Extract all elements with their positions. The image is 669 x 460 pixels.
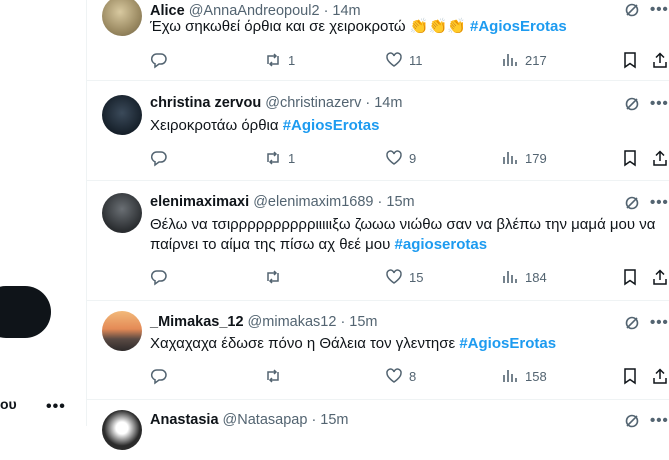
left-sidebar: ου •••: [0, 0, 86, 426]
reply-button[interactable]: [150, 50, 174, 70]
tweet-text: Χαχαχαχα έδωσε πόνο η Θάλεια τον γλεντησ…: [150, 335, 557, 352]
avatar[interactable]: [102, 311, 142, 351]
views-count: 184: [525, 269, 547, 285]
repost-button[interactable]: 1: [264, 148, 295, 168]
views-button[interactable]: 179: [501, 148, 547, 168]
tweet-actions: 15 184: [150, 267, 669, 287]
handle[interactable]: @mimakas12: [248, 314, 337, 330]
tweet-header: elenimaximaxi @elenimaxim1689 · 15m: [150, 194, 415, 210]
like-button[interactable]: 11: [385, 50, 423, 70]
like-button[interactable]: 8: [385, 366, 416, 386]
bookmark-icon[interactable]: [621, 367, 639, 385]
reply-icon: [150, 53, 167, 69]
grok-icon[interactable]: [624, 2, 640, 18]
grok-icon[interactable]: [624, 195, 640, 211]
tweet-actions: 1 11 217: [150, 50, 669, 70]
views-count: 179: [525, 150, 547, 166]
repost-button[interactable]: [264, 267, 288, 287]
avatar[interactable]: [102, 410, 142, 450]
like-count: 9: [409, 150, 417, 166]
bookmark-icon[interactable]: [621, 51, 639, 69]
repost-icon: [267, 369, 279, 383]
heart-icon: [386, 368, 402, 383]
grok-icon[interactable]: [624, 315, 640, 331]
tweet-header: christina zervou @christinazerv · 14m: [150, 95, 402, 111]
hashtag[interactable]: #agioserotas: [395, 236, 488, 253]
more-icon[interactable]: •••: [650, 194, 669, 211]
share-icon[interactable]: [651, 51, 669, 69]
avatar[interactable]: [102, 0, 142, 36]
repost-icon: [267, 270, 279, 284]
tweet-text: Χειροκροτάω όρθια #AgiosErotas: [150, 117, 380, 134]
bookmark-icon[interactable]: [621, 149, 639, 167]
timestamp[interactable]: · 15m: [378, 194, 415, 210]
display-name[interactable]: elenimaximaxi: [150, 194, 249, 210]
views-button[interactable]: 184: [501, 267, 547, 287]
tweet-header: _Mimakas_12 @mimakas12 · 15m: [150, 314, 378, 330]
tweet-actions: 1 9 179: [150, 148, 669, 168]
views-icon: [503, 54, 517, 66]
handle[interactable]: @elenimaxim1689: [253, 194, 373, 210]
heart-icon: [386, 150, 402, 165]
hashtag[interactable]: #AgiosErotas: [459, 335, 556, 352]
tweet[interactable]: _Mimakas_12 @mimakas12 · 15m ••• Χαχαχαχ…: [87, 301, 669, 400]
reply-button[interactable]: [150, 366, 174, 386]
tweet-actions: 8 158: [150, 366, 669, 386]
repost-button[interactable]: 1: [264, 50, 295, 70]
clap-emoji: 👏👏👏: [409, 18, 466, 35]
tweet[interactable]: Anastasia @Natasapap · 15m •••: [87, 400, 669, 460]
reply-icon: [150, 270, 167, 286]
like-count: 15: [409, 269, 424, 285]
repost-icon: [267, 53, 279, 67]
reply-icon: [150, 151, 167, 167]
share-icon[interactable]: [651, 367, 669, 385]
tweet-text: Έχω σηκωθεί όρθια και σε χειροκροτώ 👏👏👏 …: [150, 18, 567, 35]
views-icon: [503, 152, 517, 164]
reply-button[interactable]: [150, 267, 174, 287]
post-button[interactable]: [0, 286, 51, 338]
timestamp[interactable]: · 14m: [365, 95, 402, 111]
display-name[interactable]: christina zervou: [150, 95, 261, 111]
like-button[interactable]: 9: [385, 148, 416, 168]
repost-button[interactable]: [264, 366, 288, 386]
timestamp[interactable]: · 15m: [340, 314, 377, 330]
avatar[interactable]: [102, 95, 142, 135]
more-icon[interactable]: •••: [650, 95, 669, 112]
hashtag[interactable]: #AgiosErotas: [470, 18, 567, 35]
more-icon[interactable]: •••: [650, 412, 669, 429]
tweet-text: Θέλω να τσιρρρρρρρρρριιιιιξω ζωωω νιώθω …: [150, 216, 656, 253]
views-icon: [503, 370, 517, 382]
account-name[interactable]: ου: [0, 396, 17, 412]
share-icon[interactable]: [651, 149, 669, 167]
reply-icon: [150, 369, 167, 385]
avatar[interactable]: [102, 193, 142, 233]
like-button[interactable]: 15: [385, 267, 423, 287]
tweet[interactable]: Alice @AnnaAndreopoul2 · 14m ••• Έχω σηκ…: [87, 0, 669, 81]
display-name[interactable]: _Mimakas_12: [150, 314, 244, 330]
reply-button[interactable]: [150, 148, 174, 168]
views-count: 158: [525, 368, 547, 384]
more-icon[interactable]: •••: [650, 1, 669, 18]
repost-count: 1: [288, 52, 296, 68]
like-count: 8: [409, 368, 417, 384]
bookmark-icon[interactable]: [621, 268, 639, 286]
repost-count: 1: [288, 150, 296, 166]
views-count: 217: [525, 52, 547, 68]
views-button[interactable]: 158: [501, 366, 547, 386]
heart-icon: [386, 269, 402, 284]
account-more-icon[interactable]: •••: [46, 398, 66, 416]
like-count: 11: [409, 52, 423, 68]
handle[interactable]: @christinazerv: [265, 95, 361, 111]
tweet[interactable]: elenimaximaxi @elenimaxim1689 · 15m ••• …: [87, 181, 669, 301]
share-icon[interactable]: [651, 268, 669, 286]
grok-icon[interactable]: [624, 413, 640, 429]
heart-icon: [386, 52, 402, 67]
tweet[interactable]: christina zervou @christinazerv · 14m ••…: [87, 80, 669, 181]
hashtag[interactable]: #AgiosErotas: [283, 117, 380, 134]
views-icon: [503, 271, 517, 283]
repost-icon: [267, 151, 279, 165]
views-button[interactable]: 217: [501, 50, 547, 70]
more-icon[interactable]: •••: [650, 314, 669, 331]
grok-icon[interactable]: [624, 96, 640, 112]
